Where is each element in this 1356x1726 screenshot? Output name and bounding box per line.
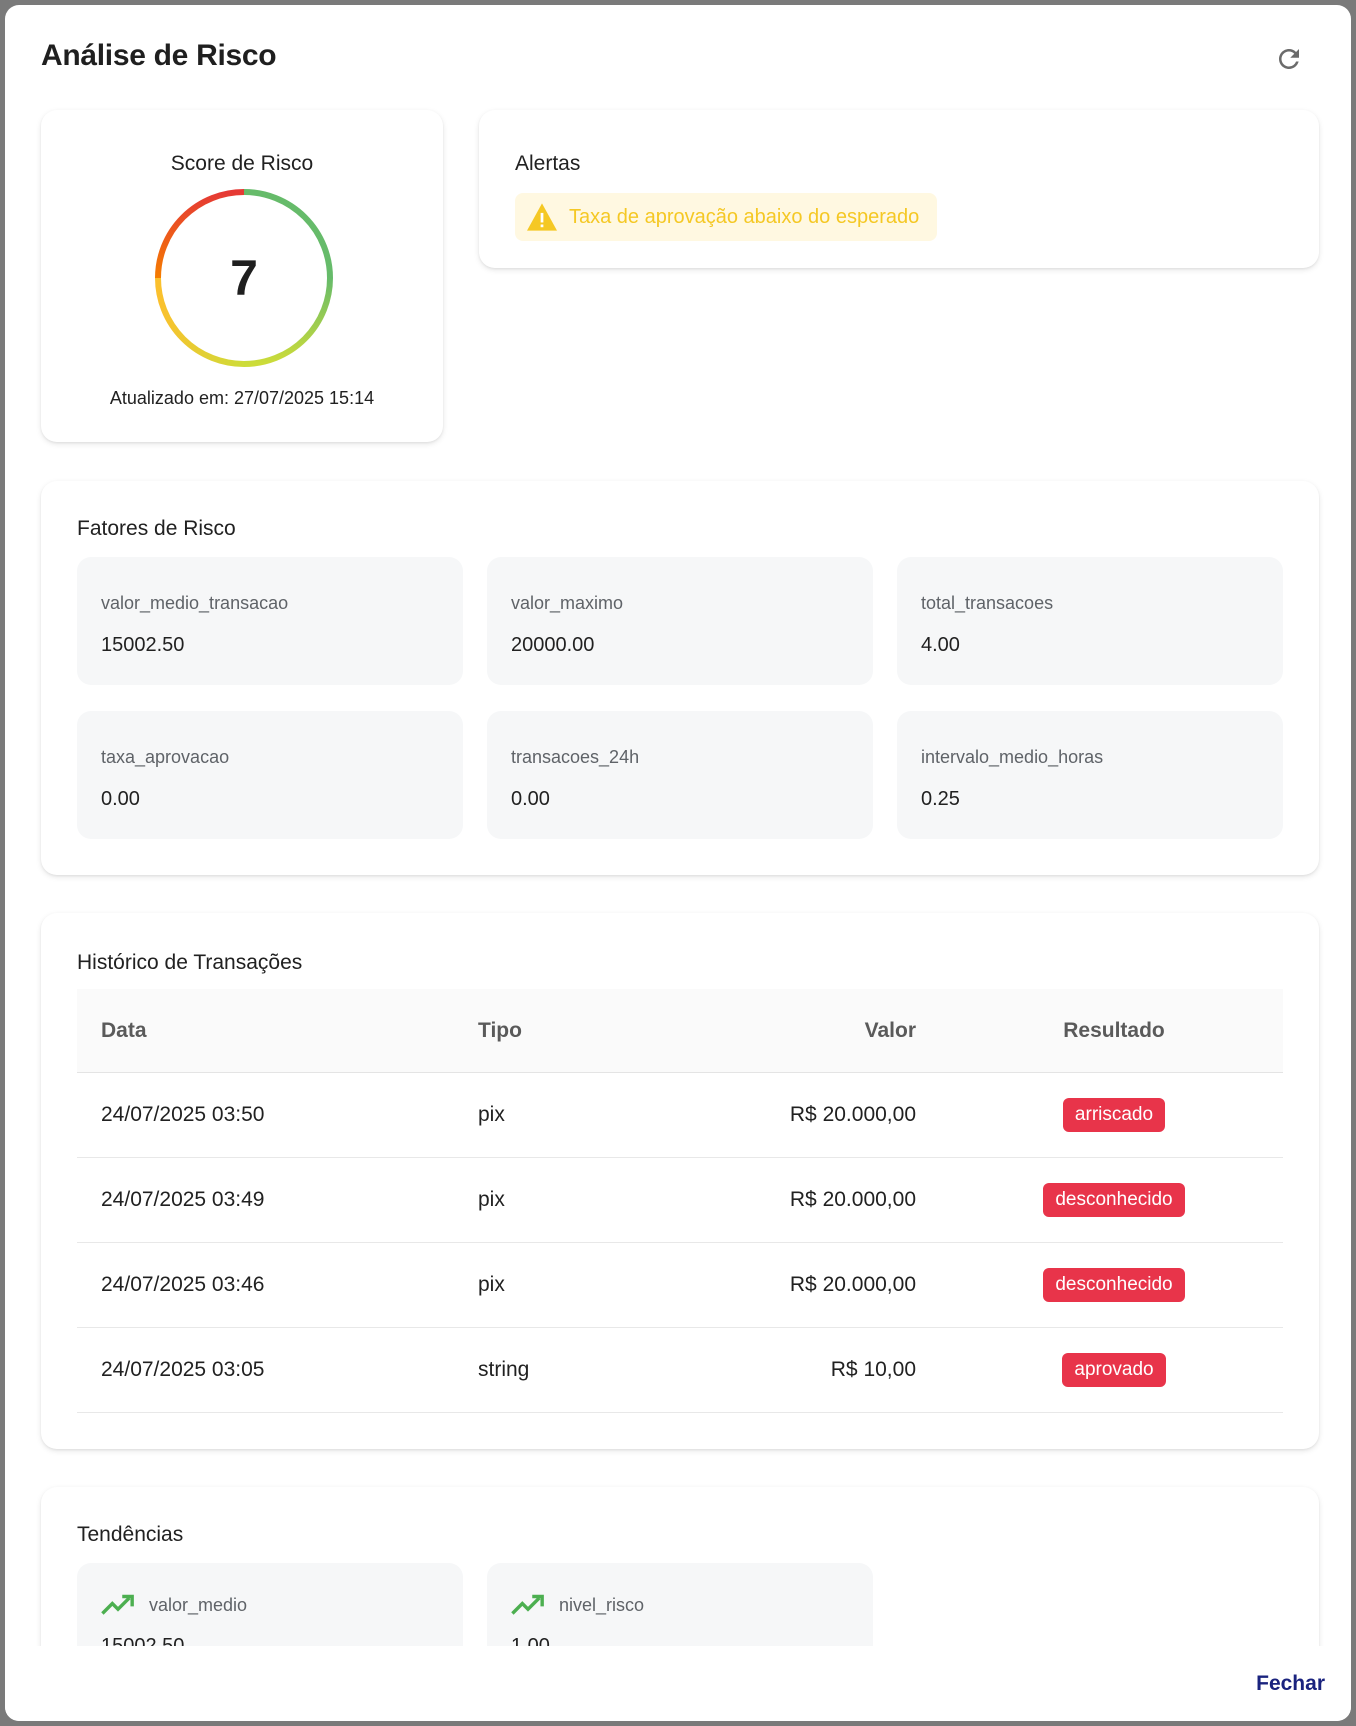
status-badge: desconhecido (1043, 1268, 1185, 1302)
risk-score-title: Score de Risco (170, 152, 314, 175)
risk-factors-title: Fatores de Risco (77, 517, 236, 540)
risk-score-card: Score de Risco 7 Atualizado em: 27/07/20… (41, 110, 443, 442)
table-row[interactable]: 24/07/2025 03:50 pix R$ 20.000,00 arrisc… (77, 1073, 1283, 1158)
risk-score-updated: Atualizado em: 27/07/2025 15:14 (109, 388, 375, 408)
factor-label: taxa_aprovacao (101, 747, 230, 767)
cell-data: 24/07/2025 03:50 (101, 1103, 265, 1126)
table-header: Data Tipo Valor Resultado (77, 989, 1283, 1073)
factor-item: intervalo_medio_horas 0.25 (897, 711, 1283, 839)
cell-tipo: pix (478, 1103, 505, 1126)
trending-up-icon (511, 1594, 544, 1615)
risk-factors-card: Fatores de Risco valor_medio_transacao 1… (41, 481, 1319, 875)
risk-score-value: 7 (230, 250, 258, 306)
alert-text: Taxa de aprovação abaixo do esperado (569, 205, 920, 228)
cell-tipo: string (478, 1358, 530, 1381)
table-row[interactable]: 24/07/2025 03:05 string R$ 10,00 aprovad… (77, 1328, 1283, 1413)
dialog-title: Análise de Risco (41, 39, 277, 72)
trends-title: Tendências (77, 1523, 184, 1546)
alerts-title: Alertas (515, 152, 581, 175)
cell-valor: R$ 20.000,00 (789, 1273, 916, 1296)
warning-icon (527, 203, 557, 231)
factor-value: 0.25 (921, 788, 960, 810)
transaction-table: Data Tipo Valor Resultado 24/07/2025 03:… (77, 989, 1283, 1413)
close-button[interactable]: Fechar (1250, 1668, 1331, 1700)
factor-value: 4.00 (921, 634, 960, 656)
table-row[interactable]: 24/07/2025 03:46 pix R$ 20.000,00 descon… (77, 1243, 1283, 1328)
risk-analysis-dialog: Análise de Risco Score de Risco 7 Atuali… (5, 5, 1351, 1721)
alert-item: Taxa de aprovação abaixo do esperado (515, 193, 938, 241)
table-row[interactable]: 24/07/2025 03:49 pix R$ 20.000,00 descon… (77, 1158, 1283, 1243)
status-badge: arriscado (1062, 1098, 1166, 1132)
cell-resultado: desconhecido (989, 1243, 1239, 1327)
cell-data: 24/07/2025 03:46 (101, 1273, 265, 1296)
dialog-content[interactable]: Score de Risco 7 Atualizado em: 27/07/20… (5, 101, 1351, 1646)
refresh-button[interactable] (1269, 39, 1309, 79)
trend-item: nivel_risco 1.00 (487, 1563, 873, 1646)
factor-label: valor_maximo (511, 593, 624, 613)
cell-resultado: arriscado (989, 1073, 1239, 1157)
cell-tipo: pix (478, 1188, 505, 1211)
column-header-tipo: Tipo (478, 1018, 522, 1042)
factor-label: intervalo_medio_horas (921, 747, 1104, 767)
column-header-valor: Valor (864, 1018, 916, 1042)
cell-valor: R$ 20.000,00 (789, 1188, 916, 1211)
status-badge: aprovado (1062, 1353, 1166, 1387)
cell-data: 24/07/2025 03:49 (101, 1188, 265, 1211)
cell-resultado: desconhecido (989, 1158, 1239, 1242)
factor-label: valor_medio_transacao (101, 593, 289, 613)
factor-value: 20000.00 (511, 634, 595, 656)
trend-value: 15002.50 (101, 1635, 185, 1646)
transaction-history-card: Histórico de Transações Data Tipo Valor … (41, 913, 1319, 1449)
trend-label: valor_medio (149, 1595, 248, 1615)
factor-label: total_transacoes (921, 593, 1054, 613)
factor-item: valor_medio_transacao 15002.50 (77, 557, 463, 685)
trend-label: nivel_risco (559, 1595, 645, 1615)
cell-tipo: pix (478, 1273, 505, 1296)
cell-resultado: aprovado (989, 1328, 1239, 1412)
factor-value: 15002.50 (101, 634, 185, 656)
factor-value: 0.00 (511, 788, 550, 810)
trending-up-icon (101, 1594, 134, 1615)
status-badge: desconhecido (1043, 1183, 1185, 1217)
dialog-footer: Fechar (5, 1646, 1351, 1721)
dialog-header: Análise de Risco (5, 5, 1351, 101)
trend-item: valor_medio 15002.50 (77, 1563, 463, 1646)
factor-item: transacoes_24h 0.00 (487, 711, 873, 839)
column-header-data: Data (101, 1018, 147, 1042)
column-header-resultado: Resultado (1063, 1018, 1165, 1042)
cell-data: 24/07/2025 03:05 (101, 1358, 265, 1381)
trend-value: 1.00 (511, 1635, 550, 1646)
factor-label: transacoes_24h (511, 747, 640, 767)
cell-valor: R$ 10,00 (830, 1358, 916, 1381)
transaction-history-title: Histórico de Transações (77, 951, 303, 974)
factor-value: 0.00 (101, 788, 140, 810)
trends-card: Tendências valor_medio 15002.50 nivel_ri… (41, 1487, 1319, 1646)
cell-valor: R$ 20.000,00 (789, 1103, 916, 1126)
factor-item: valor_maximo 20000.00 (487, 557, 873, 685)
alerts-card: Alertas Taxa de aprovação abaixo do espe… (479, 110, 1319, 268)
factor-item: total_transacoes 4.00 (897, 557, 1283, 685)
factor-item: taxa_aprovacao 0.00 (77, 711, 463, 839)
refresh-icon (1279, 49, 1299, 69)
